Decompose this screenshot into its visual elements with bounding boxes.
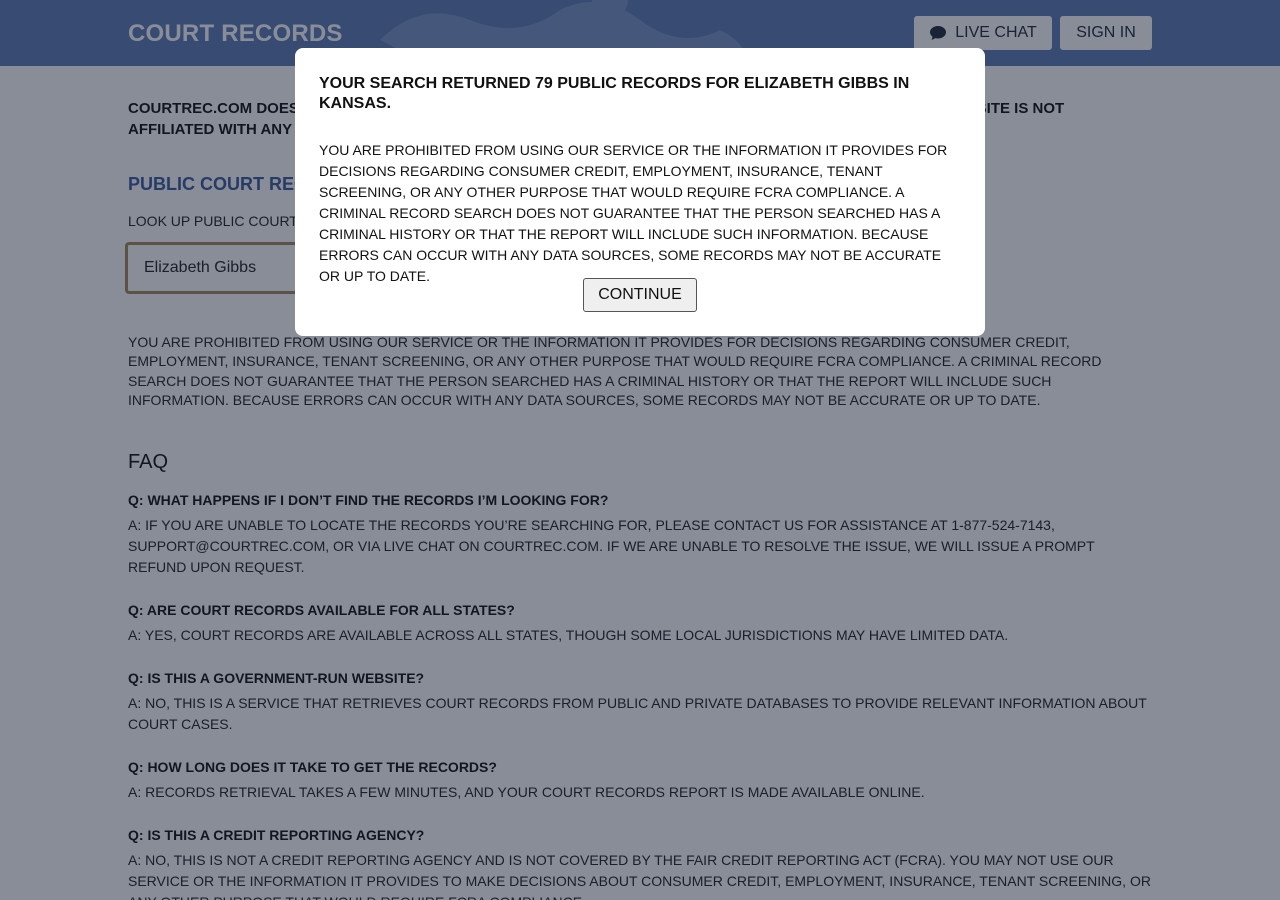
continue-button[interactable]: CONTINUE — [583, 278, 697, 312]
results-modal: YOUR SEARCH RETURNED 79 PUBLIC RECORDS F… — [295, 48, 985, 336]
modal-body: YOU ARE PROHIBITED FROM USING OUR SERVIC… — [319, 142, 948, 284]
modal-backdrop[interactable]: YOUR SEARCH RETURNED 79 PUBLIC RECORDS F… — [0, 0, 1280, 900]
modal-title: YOUR SEARCH RETURNED 79 PUBLIC RECORDS F… — [319, 75, 910, 112]
